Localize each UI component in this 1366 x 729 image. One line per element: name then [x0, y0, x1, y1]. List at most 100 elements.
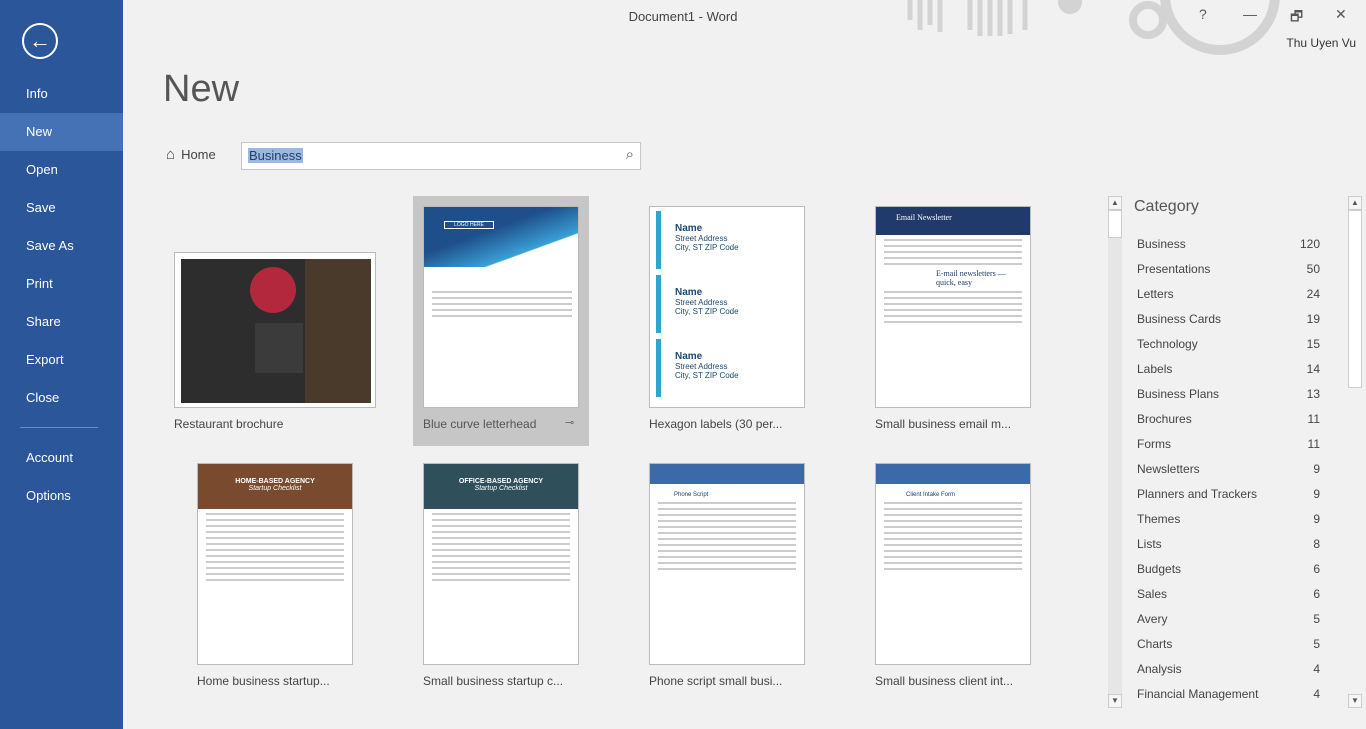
- pin-icon[interactable]: ⊸: [565, 416, 574, 429]
- category-count: 6: [1313, 587, 1320, 601]
- template-thumbnail: Phone Script: [649, 463, 805, 665]
- category-label: Letters: [1137, 287, 1174, 301]
- template-tile[interactable]: HOME-BASED AGENCY Startup Checklist Home …: [187, 453, 363, 703]
- scroll-up-button[interactable]: ▲: [1108, 196, 1122, 210]
- template-label: Small business email m...: [875, 417, 1012, 431]
- template-thumbnail: Email Newsletter E-mail newsletters — qu…: [875, 206, 1031, 408]
- category-count: 19: [1306, 312, 1320, 326]
- category-item[interactable]: Business 120: [1137, 237, 1320, 251]
- template-label: Phone script small busi...: [649, 674, 783, 688]
- template-tile[interactable]: Email Newsletter E-mail newsletters — qu…: [865, 196, 1041, 446]
- category-count: 9: [1313, 462, 1320, 476]
- category-item[interactable]: Letters 24: [1137, 287, 1320, 301]
- page-title: New: [163, 68, 240, 110]
- category-label: Business: [1137, 237, 1186, 251]
- category-item[interactable]: Financial Management 4: [1137, 687, 1320, 701]
- category-label: Presentations: [1137, 262, 1211, 276]
- category-item[interactable]: Forms 11: [1137, 437, 1320, 451]
- category-count: 4: [1313, 662, 1320, 676]
- category-scroll-down-button[interactable]: ▼: [1348, 694, 1362, 708]
- nav-divider: [20, 427, 98, 428]
- category-item[interactable]: Labels 14: [1137, 362, 1320, 376]
- nav-close[interactable]: Close: [0, 379, 123, 417]
- category-count: 9: [1313, 487, 1320, 501]
- nav-save-as[interactable]: Save As: [0, 227, 123, 265]
- scroll-down-button[interactable]: ▼: [1108, 694, 1122, 708]
- template-label: Small business client int...: [875, 674, 1014, 688]
- nav-new[interactable]: New: [0, 113, 123, 151]
- nav-save[interactable]: Save: [0, 189, 123, 227]
- category-count: 11: [1307, 437, 1320, 451]
- restore-button[interactable]: 🗗: [1290, 6, 1303, 30]
- category-label: Planners and Trackers: [1137, 487, 1258, 501]
- nav-account[interactable]: Account: [0, 439, 123, 477]
- nav-options[interactable]: Options: [0, 477, 123, 515]
- template-tile[interactable]: Restaurant brochure: [164, 240, 386, 440]
- category-label: Budgets: [1137, 562, 1182, 576]
- nav-share[interactable]: Share: [0, 303, 123, 341]
- template-label: Hexagon labels (30 per...: [649, 417, 783, 431]
- template-label: Blue curve letterhead: [423, 417, 537, 431]
- template-search-input[interactable]: Business ⌕: [241, 142, 641, 170]
- template-thumbnail: Client Intake Form: [875, 463, 1031, 665]
- user-name[interactable]: Thu Uyen Vu: [1286, 36, 1356, 50]
- template-thumbnail: LOGO HERE: [423, 206, 579, 408]
- search-icon[interactable]: ⌕: [626, 146, 634, 163]
- category-label: Technology: [1137, 337, 1198, 351]
- close-button[interactable]: ✕: [1335, 6, 1347, 23]
- category-scroll-up-button[interactable]: ▲: [1348, 196, 1362, 210]
- template-tile[interactable]: Name Street Address City, ST ZIP Code Name…: [639, 196, 815, 446]
- category-label: Business Cards: [1137, 312, 1222, 326]
- category-count: 11: [1307, 412, 1320, 426]
- category-item[interactable]: Business Cards 19: [1137, 312, 1320, 326]
- category-count: 24: [1306, 287, 1320, 301]
- template-tile[interactable]: OFFICE-BASED AGENCY Startup Checklist Sma…: [413, 453, 589, 703]
- nav-open[interactable]: Open: [0, 151, 123, 189]
- category-label: Labels: [1137, 362, 1173, 376]
- category-count: 8: [1313, 537, 1320, 551]
- category-count: 9: [1313, 512, 1320, 526]
- category-scrollbar-thumb[interactable]: [1348, 210, 1362, 388]
- category-label: Forms: [1137, 437, 1171, 451]
- nav-print[interactable]: Print: [0, 265, 123, 303]
- scrollbar-thumb[interactable]: [1108, 210, 1122, 238]
- category-count: 5: [1313, 637, 1320, 651]
- minimize-button[interactable]: —: [1243, 6, 1257, 22]
- category-item[interactable]: Charts 5: [1137, 637, 1320, 651]
- nav-export[interactable]: Export: [0, 341, 123, 379]
- category-item[interactable]: Planners and Trackers 9: [1137, 487, 1320, 501]
- category-item[interactable]: Newsletters 9: [1137, 462, 1320, 476]
- nav-info[interactable]: Info: [0, 75, 123, 113]
- category-count: 4: [1313, 687, 1320, 701]
- category-item[interactable]: Analysis 4: [1137, 662, 1320, 676]
- template-tile[interactable]: Phone Script Phone script small busi...: [639, 453, 815, 703]
- category-item[interactable]: Budgets 6: [1137, 562, 1320, 576]
- templates-scrollbar[interactable]: [1108, 196, 1122, 708]
- template-tile[interactable]: Client Intake Form Small business client…: [865, 453, 1041, 703]
- back-arrow-icon[interactable]: ←: [22, 23, 58, 59]
- category-label: Themes: [1137, 512, 1181, 526]
- category-count: 120: [1299, 237, 1320, 251]
- home-link[interactable]: ⌂ Home: [166, 146, 216, 163]
- category-label: Avery: [1137, 612, 1168, 626]
- category-label: Charts: [1137, 637, 1173, 651]
- category-item[interactable]: Themes 9: [1137, 512, 1320, 526]
- template-thumbnail: HOME-BASED AGENCY Startup Checklist: [197, 463, 353, 665]
- category-item[interactable]: Brochures 11: [1137, 412, 1320, 426]
- home-label: Home: [181, 147, 216, 162]
- category-item[interactable]: Technology 15: [1137, 337, 1320, 351]
- template-label: Home business startup...: [197, 674, 330, 688]
- category-label: Newsletters: [1137, 462, 1200, 476]
- category-label: Business Plans: [1137, 387, 1220, 401]
- template-tile-selected[interactable]: LOGO HERE Blue curve letterhead ⊸: [413, 196, 589, 446]
- category-heading: Category: [1134, 198, 1199, 215]
- category-item[interactable]: Sales 6: [1137, 587, 1320, 601]
- category-item[interactable]: Presentations 50: [1137, 262, 1320, 276]
- category-label: Lists: [1137, 537, 1162, 551]
- category-item[interactable]: Business Plans 13: [1137, 387, 1320, 401]
- template-thumbnail: Name Street Address City, ST ZIP Code Name…: [649, 206, 805, 408]
- window-title: Document1 - Word: [628, 9, 738, 24]
- category-item[interactable]: Lists 8: [1137, 537, 1320, 551]
- help-icon[interactable]: ?: [1199, 6, 1207, 22]
- category-item[interactable]: Avery 5: [1137, 612, 1320, 626]
